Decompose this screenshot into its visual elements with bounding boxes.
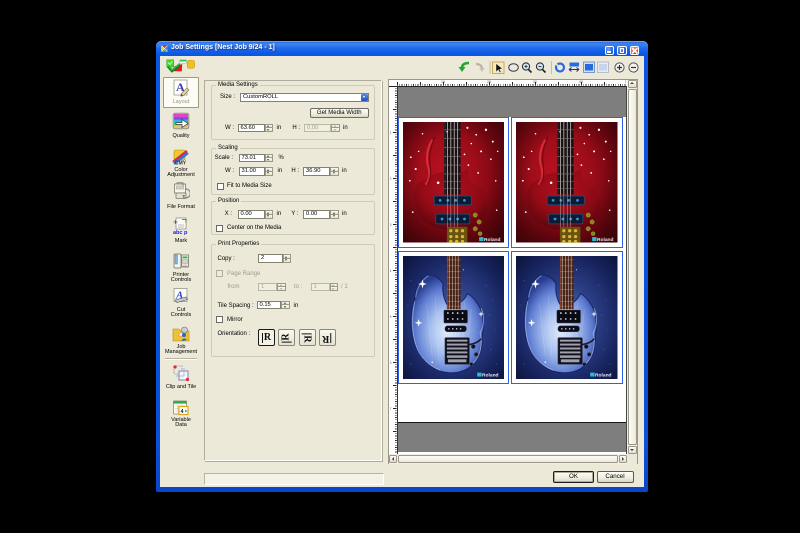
svg-text:CMY: CMY xyxy=(175,160,187,166)
svg-text:abc p: abc p xyxy=(173,230,188,235)
